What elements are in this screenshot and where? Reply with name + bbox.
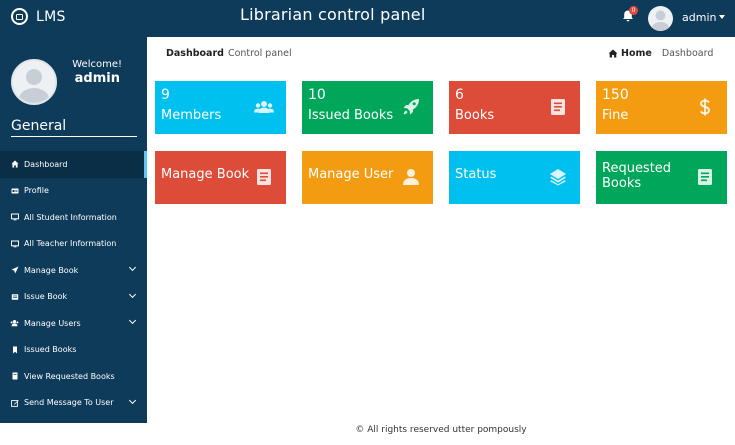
sidebar-avatar [11, 59, 57, 105]
sidebar-item-label: Issue Book [24, 292, 68, 302]
page-header-title: Librarian control panel [240, 5, 426, 24]
chevron-down-icon [128, 396, 137, 404]
sidebar-item-label: Issued Books [24, 345, 77, 355]
breadcrumb-home-link[interactable]: Home [621, 48, 652, 59]
members-label: Members [161, 108, 222, 123]
logo-text: LMS [36, 8, 66, 25]
chevron-down-icon [128, 263, 137, 272]
chevron-down-icon [128, 290, 137, 298]
fine-label: Fine [602, 108, 629, 123]
breadcrumb: Home Dashboard [608, 48, 713, 59]
sidebar-item-profile[interactable]: Profile [0, 178, 147, 205]
monitor-icon [10, 213, 19, 222]
book-icon [548, 97, 568, 117]
logo-icon [11, 8, 28, 25]
page-title: Dashboard [166, 48, 224, 59]
page-subtitle: Control panel [227, 48, 292, 59]
paper-plane-icon [10, 266, 19, 275]
manage-user-label: Manage User [308, 167, 394, 182]
footer: © All rights reserved utter pompously [147, 423, 735, 445]
sidebar-item-all-teacher-information[interactable]: All Teacher Information [0, 231, 147, 258]
dashboard-icon [10, 160, 19, 169]
edit-icon [10, 398, 19, 407]
sidebar-user-name: admin [74, 71, 120, 86]
welcome-text: Welcome! [72, 59, 122, 70]
fine-tile[interactable]: 150 Fine [596, 81, 727, 134]
manage-book-label: Manage Book [161, 167, 250, 182]
books-tile[interactable]: 6 Books [449, 81, 580, 134]
sidebar-item-manage-users[interactable]: Manage Users [0, 310, 147, 337]
sidebar: Welcome! admin General Dashboard Profile… [0, 37, 147, 423]
rocket-icon [401, 97, 421, 117]
id-card-icon [10, 186, 19, 195]
chevron-down-icon [128, 316, 137, 325]
caret-down-icon [719, 15, 726, 19]
user-menu-toggle[interactable]: admin [682, 11, 726, 24]
monitor-icon [10, 239, 19, 248]
sidebar-item-label: Send Message To User [24, 398, 114, 408]
user-icon [401, 167, 421, 187]
sidebar-item-issued-books[interactable]: Issued Books [0, 337, 147, 364]
bookmark-icon [10, 345, 19, 354]
requested-books-label-line1: Requested [602, 161, 672, 176]
requested-books-tile[interactable]: Requested Books [596, 151, 727, 204]
users-icon [10, 319, 19, 328]
sidebar-item-label: Manage Book [24, 265, 79, 275]
user-avatar[interactable] [648, 6, 673, 31]
requested-books-label: Requested Books [602, 161, 671, 191]
issue-icon [10, 292, 19, 301]
book-icon [10, 372, 19, 381]
sidebar-item-label: Dashboard [24, 159, 68, 169]
user-name: admin [682, 11, 717, 24]
avatar-icon [651, 10, 670, 31]
issued-books-tile[interactable]: 10 Issued Books [302, 81, 433, 134]
sidebar-item-all-student-information[interactable]: All Student Information [0, 204, 147, 231]
manage-book-tile[interactable]: Manage Book [155, 151, 286, 204]
users-icon [254, 97, 274, 117]
copyright-text: © All rights reserved utter pompously [355, 425, 527, 435]
status-tile[interactable]: Status [449, 151, 580, 204]
sidebar-item-send-message-to-user[interactable]: Send Message To User [0, 390, 147, 417]
breadcrumb-current: Dashboard [661, 48, 714, 59]
page-heading: Dashboard Control panel [166, 48, 292, 59]
top-navbar: LMS Librarian control panel 0 admin [0, 0, 735, 37]
app-logo[interactable]: LMS [11, 8, 66, 25]
manage-user-tile[interactable]: Manage User [302, 151, 433, 204]
sidebar-item-label: View Requested Books [24, 371, 115, 381]
issued-books-label: Issued Books [308, 108, 394, 123]
books-count: 6 [455, 87, 464, 103]
status-label: Status [455, 167, 497, 182]
members-count: 9 [161, 87, 170, 103]
book-icon [254, 167, 274, 187]
issued-books-count: 10 [308, 87, 326, 103]
members-tile[interactable]: 9 Members [155, 81, 286, 134]
fine-amount: 150 [602, 87, 629, 103]
sidebar-item-dashboard[interactable]: Dashboard [0, 151, 147, 178]
requested-books-label-line2: Books [602, 176, 642, 191]
sidebar-item-label: Manage Users [24, 318, 81, 328]
sidebar-item-issue-book[interactable]: Issue Book [0, 284, 147, 311]
dollar-icon [695, 97, 715, 117]
sidebar-item-label: All Student Information [24, 212, 117, 222]
book-icon [695, 167, 715, 187]
notification-badge: 0 [629, 6, 638, 15]
home-icon [608, 49, 618, 58]
sidebar-item-label: All Teacher Information [24, 239, 117, 249]
sidebar-item-label: Profile [24, 186, 49, 196]
sidebar-menu: Dashboard Profile All Student Informatio… [0, 151, 147, 416]
sidebar-item-manage-book[interactable]: Manage Book [0, 257, 147, 284]
books-label: Books [455, 108, 495, 123]
avatar-icon [13, 61, 55, 103]
sidebar-section-title: General [11, 118, 67, 134]
section-divider [11, 136, 137, 137]
sidebar-item-view-requested-books[interactable]: View Requested Books [0, 363, 147, 390]
layers-icon [548, 167, 568, 187]
